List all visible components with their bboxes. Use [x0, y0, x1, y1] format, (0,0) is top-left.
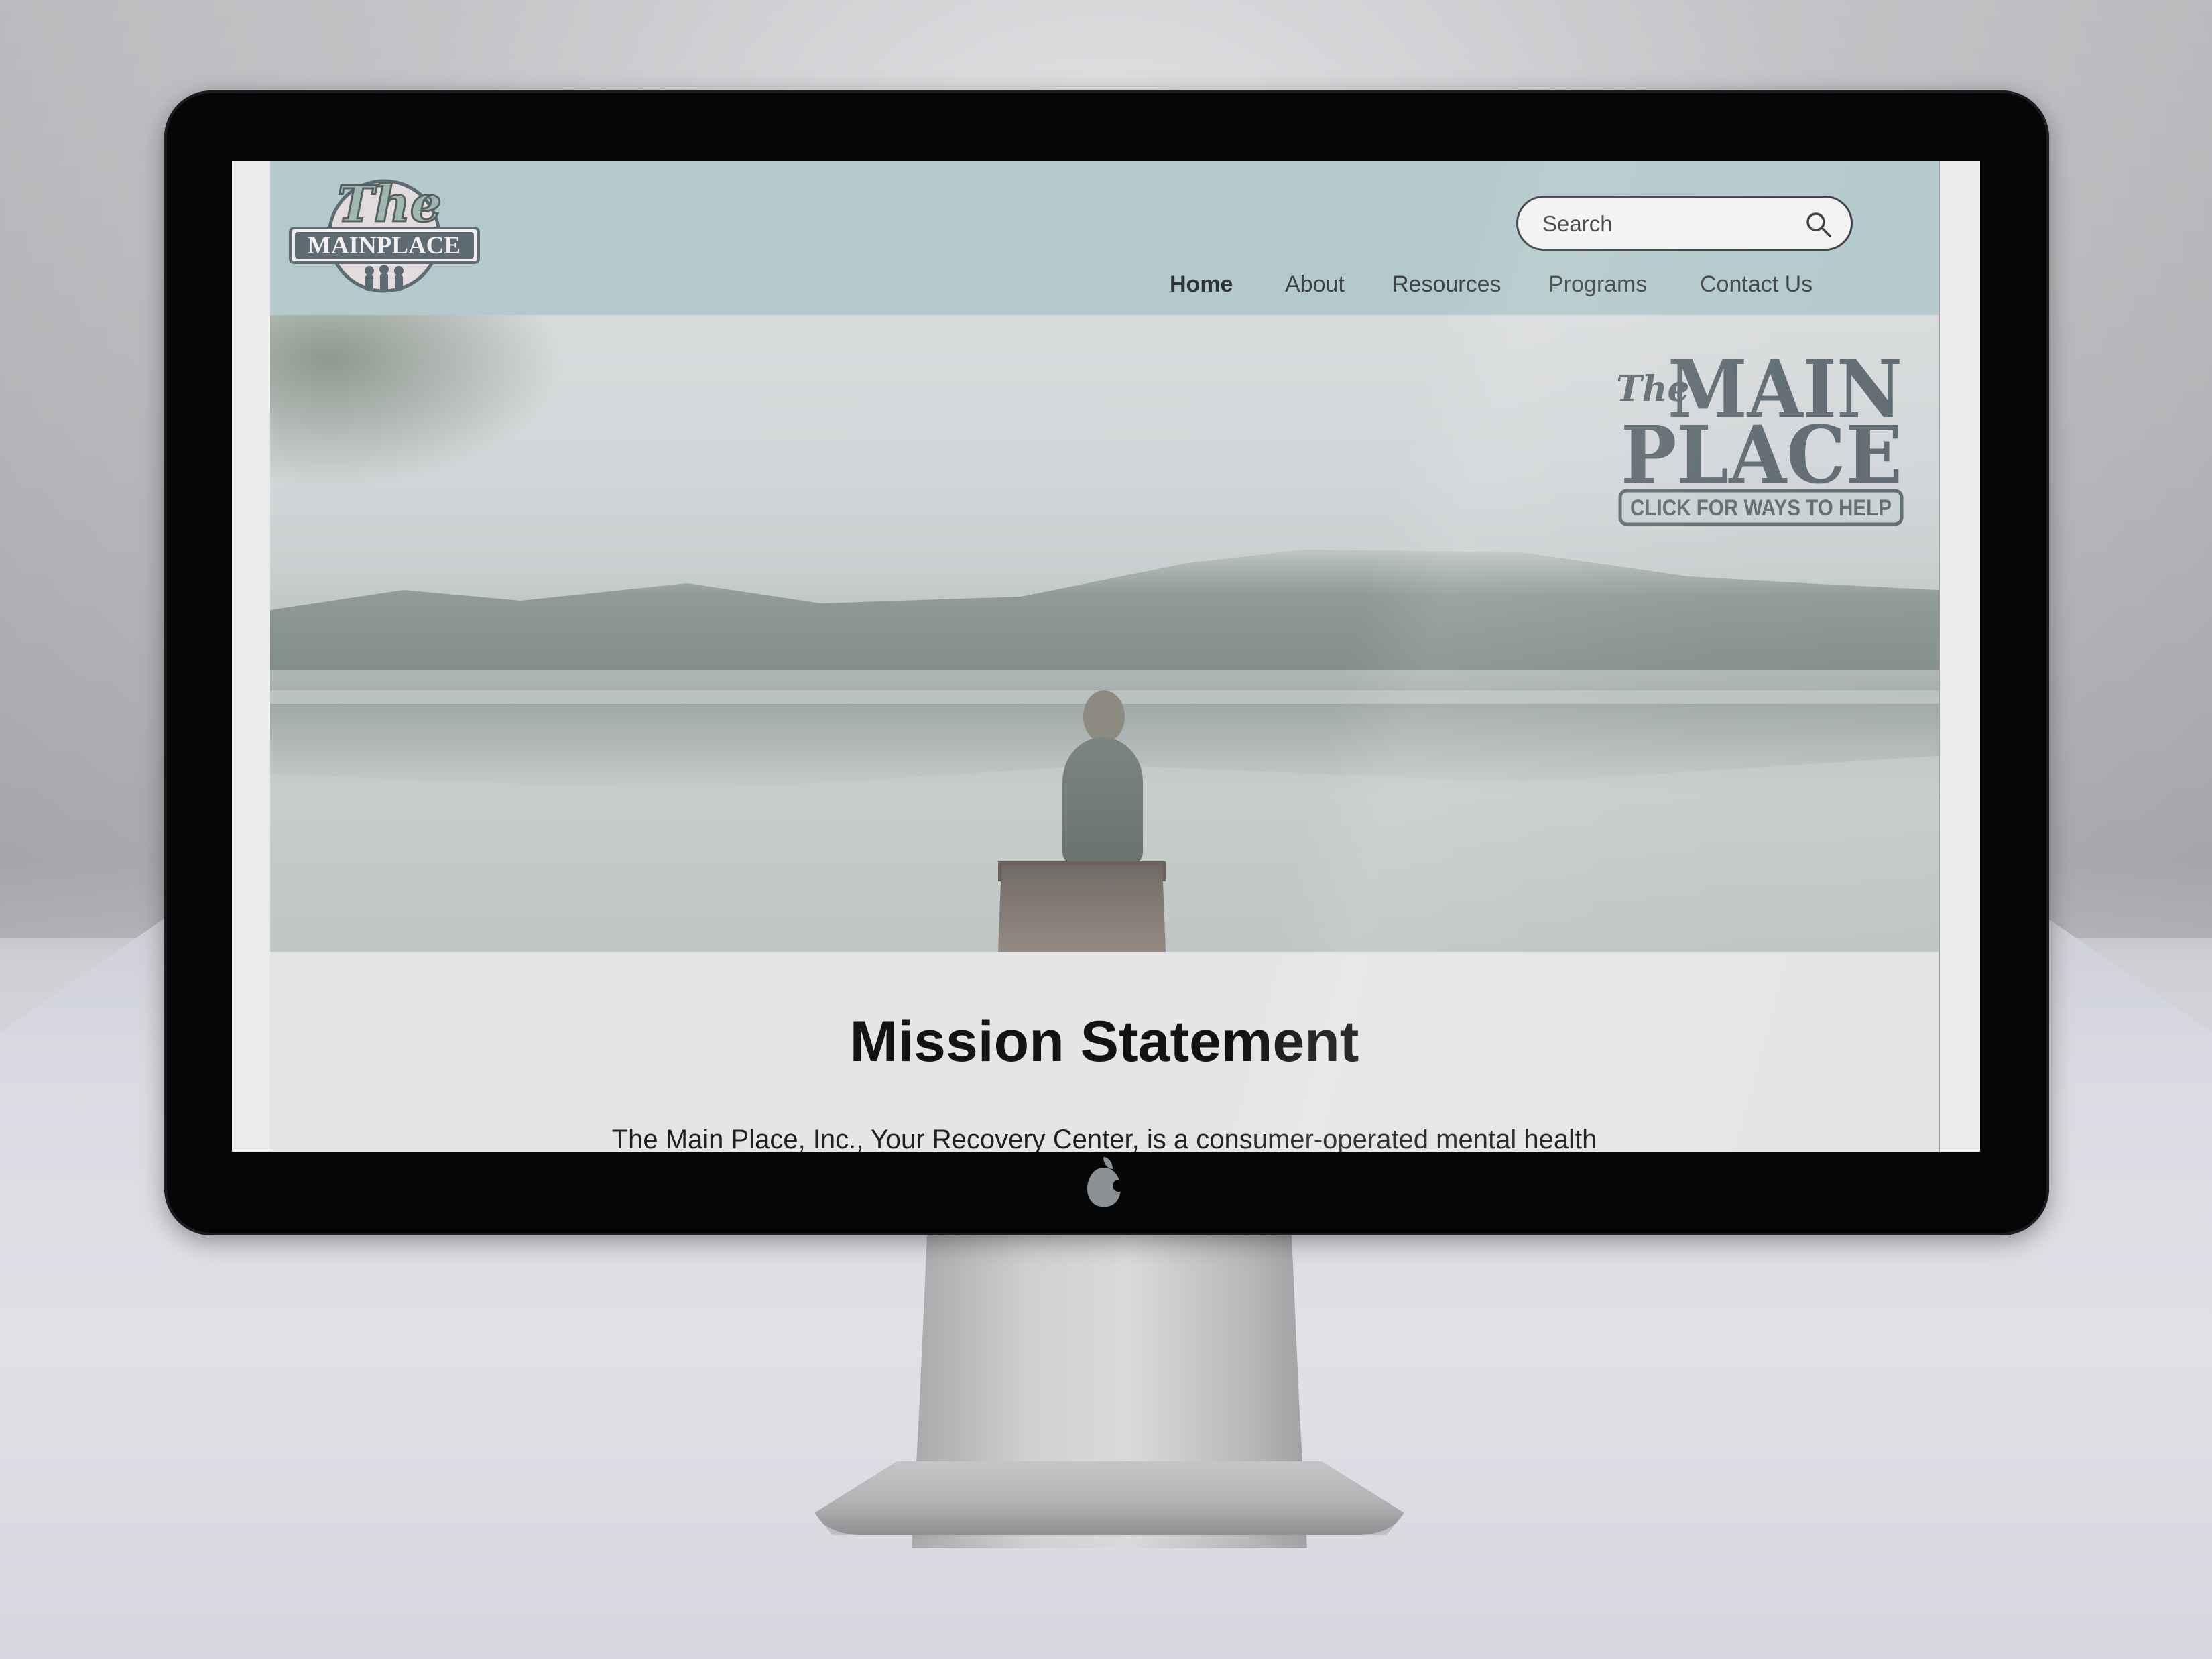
svg-text:The: The: [337, 176, 442, 233]
hero-dock: [998, 865, 1166, 952]
mission-text: The Main Place, Inc., Your Recovery Cent…: [611, 1125, 1597, 1152]
cta-help-label: CLICK FOR WAYS TO HELP: [1630, 495, 1892, 521]
cta-place: PLACE: [1621, 408, 1902, 501]
nav-resources[interactable]: Resources: [1392, 271, 1501, 298]
search-placeholder: Search: [1542, 211, 1613, 236]
nav-about[interactable]: About: [1285, 271, 1345, 298]
hero-tree-branches: [270, 315, 565, 489]
site-header: The MAINPLACE Search Home About Resource…: [270, 161, 1939, 315]
nav-programs[interactable]: Programs: [1548, 271, 1647, 298]
svg-text:MAINPLACE: MAINPLACE: [308, 232, 460, 259]
hero-person: [1062, 737, 1143, 865]
website: The MAINPLACE Search Home About Resource…: [270, 161, 1939, 1152]
nav-contact-us[interactable]: Contact Us: [1700, 271, 1812, 298]
nav-home[interactable]: Home: [1170, 271, 1233, 298]
ways-to-help-button[interactable]: The MAIN PLACE CLICK FOR WAYS TO HELP: [1611, 342, 1906, 530]
hero-banner: The MAIN PLACE CLICK FOR WAYS TO HELP: [270, 315, 1939, 952]
mission-section: Mission Statement The Main Place, Inc., …: [270, 952, 1939, 1152]
hero-person-head: [1083, 690, 1125, 743]
monitor-stand-base: [814, 1461, 1404, 1535]
monitor-screen: The MAINPLACE Search Home About Resource…: [232, 161, 1980, 1152]
hero-treeline: [270, 550, 1939, 670]
search-icon[interactable]: [1805, 211, 1832, 238]
mission-title: Mission Statement: [849, 1009, 1359, 1074]
apple-logo-icon: [1087, 1157, 1125, 1207]
main-nav: Home About Resources Programs Contact Us: [270, 271, 1852, 305]
page-gutter-left: [232, 161, 270, 1152]
search-input[interactable]: Search: [1516, 196, 1853, 251]
page-gutter-right: [1939, 161, 1980, 1152]
